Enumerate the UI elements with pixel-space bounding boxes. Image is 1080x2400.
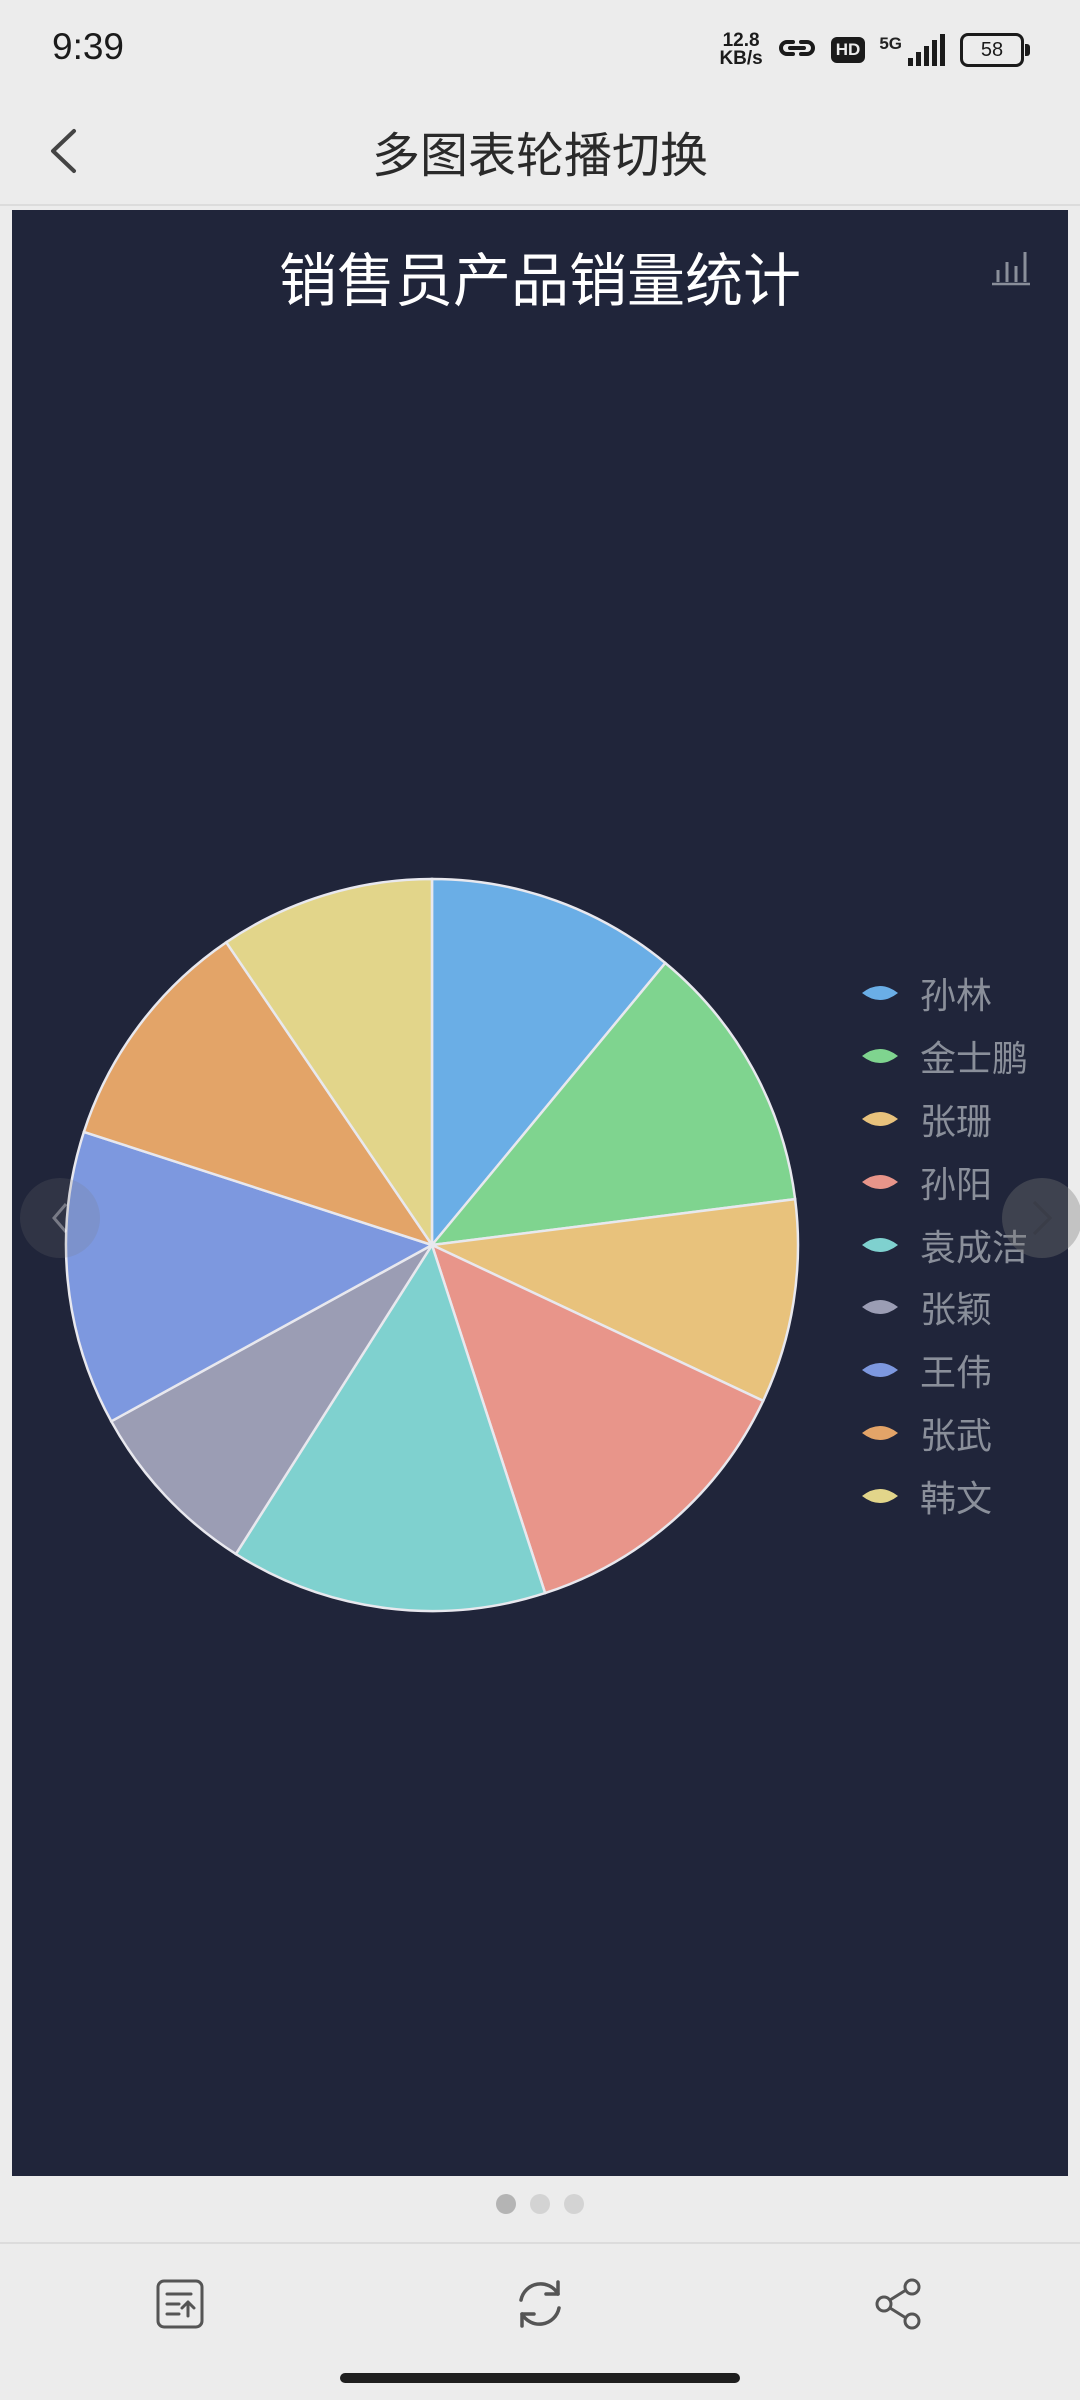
legend-item[interactable]: 金士鹏 bbox=[862, 1025, 1068, 1088]
carousel-dot[interactable] bbox=[496, 2194, 516, 2214]
carousel-dot[interactable] bbox=[530, 2194, 550, 2214]
legend-label: 孙林 bbox=[920, 976, 993, 1018]
carousel-prev-button[interactable] bbox=[20, 1178, 100, 1258]
carousel-next-button[interactable] bbox=[1002, 1178, 1080, 1258]
legend-label: 张颖 bbox=[920, 1290, 993, 1332]
notes-icon bbox=[156, 2279, 204, 2329]
signal-icon: 5G bbox=[879, 34, 946, 66]
carousel-dot[interactable] bbox=[564, 2194, 584, 2214]
network-speed: 12.8 KB/s bbox=[719, 31, 763, 69]
chart-title: 销售员产品销量统计 bbox=[278, 247, 801, 315]
bar-chart-toggle-icon[interactable] bbox=[988, 244, 1034, 290]
legend-swatch bbox=[862, 1300, 898, 1315]
status-icons: 12.8 KB/s HD 5G 58 bbox=[719, 28, 1030, 72]
legend-item[interactable]: 韩文 bbox=[862, 1464, 1068, 1527]
share-icon bbox=[875, 2278, 921, 2330]
network-speed-unit: KB/s bbox=[719, 48, 763, 69]
status-bar: 9:39 12.8 KB/s HD 5G 58 bbox=[0, 0, 1080, 96]
chart-card[interactable]: 销售员产品销量统计 孙林 金士鹏 张珊 孙阳 袁成洁 张颖 王伟 张武 韩文 bbox=[12, 210, 1068, 2176]
legend-item[interactable]: 孙林 bbox=[862, 962, 1068, 1025]
refresh-icon bbox=[519, 2280, 561, 2328]
home-indicator[interactable] bbox=[340, 2373, 740, 2383]
legend-swatch bbox=[862, 1174, 898, 1189]
bottom-toolbar bbox=[0, 2244, 1080, 2356]
app-bar-divider bbox=[0, 204, 1080, 206]
legend-label: 张武 bbox=[920, 1415, 993, 1457]
legend-item[interactable]: 王伟 bbox=[862, 1339, 1068, 1402]
legend-item[interactable]: 张颖 bbox=[862, 1276, 1068, 1339]
legend-label: 金士鹏 bbox=[920, 1039, 1029, 1081]
status-time: 9:39 bbox=[52, 26, 125, 67]
share-button[interactable] bbox=[864, 2268, 936, 2340]
legend-swatch bbox=[862, 1363, 898, 1378]
chevron-left-icon bbox=[52, 1203, 68, 1233]
link-icon bbox=[777, 34, 817, 66]
legend-swatch bbox=[862, 1111, 898, 1126]
chevron-right-icon bbox=[1032, 1200, 1053, 1236]
carousel-indicator bbox=[0, 2194, 1080, 2214]
legend-swatch bbox=[862, 1049, 898, 1064]
legend-label: 王伟 bbox=[920, 1353, 993, 1395]
legend-label: 张珊 bbox=[920, 1101, 993, 1143]
legend-swatch bbox=[862, 986, 898, 1001]
hd-badge: HD bbox=[830, 37, 866, 63]
legend-item[interactable]: 张珊 bbox=[862, 1088, 1068, 1151]
refresh-button[interactable] bbox=[504, 2268, 576, 2340]
network-type: 5G bbox=[879, 34, 902, 53]
legend-swatch bbox=[862, 1425, 898, 1440]
battery-icon: 58 bbox=[960, 33, 1030, 67]
legend-swatch bbox=[862, 1237, 898, 1252]
battery-level: 58 bbox=[980, 39, 1004, 61]
legend-item[interactable]: 张武 bbox=[862, 1402, 1068, 1465]
legend-swatch bbox=[862, 1488, 898, 1503]
legend-label: 孙阳 bbox=[920, 1164, 993, 1206]
legend-label: 韩文 bbox=[920, 1478, 993, 1520]
page-title: 多图表轮播切换 bbox=[371, 128, 708, 184]
app-bar: 多图表轮播切换 bbox=[0, 96, 1080, 206]
notes-button[interactable] bbox=[144, 2268, 216, 2340]
